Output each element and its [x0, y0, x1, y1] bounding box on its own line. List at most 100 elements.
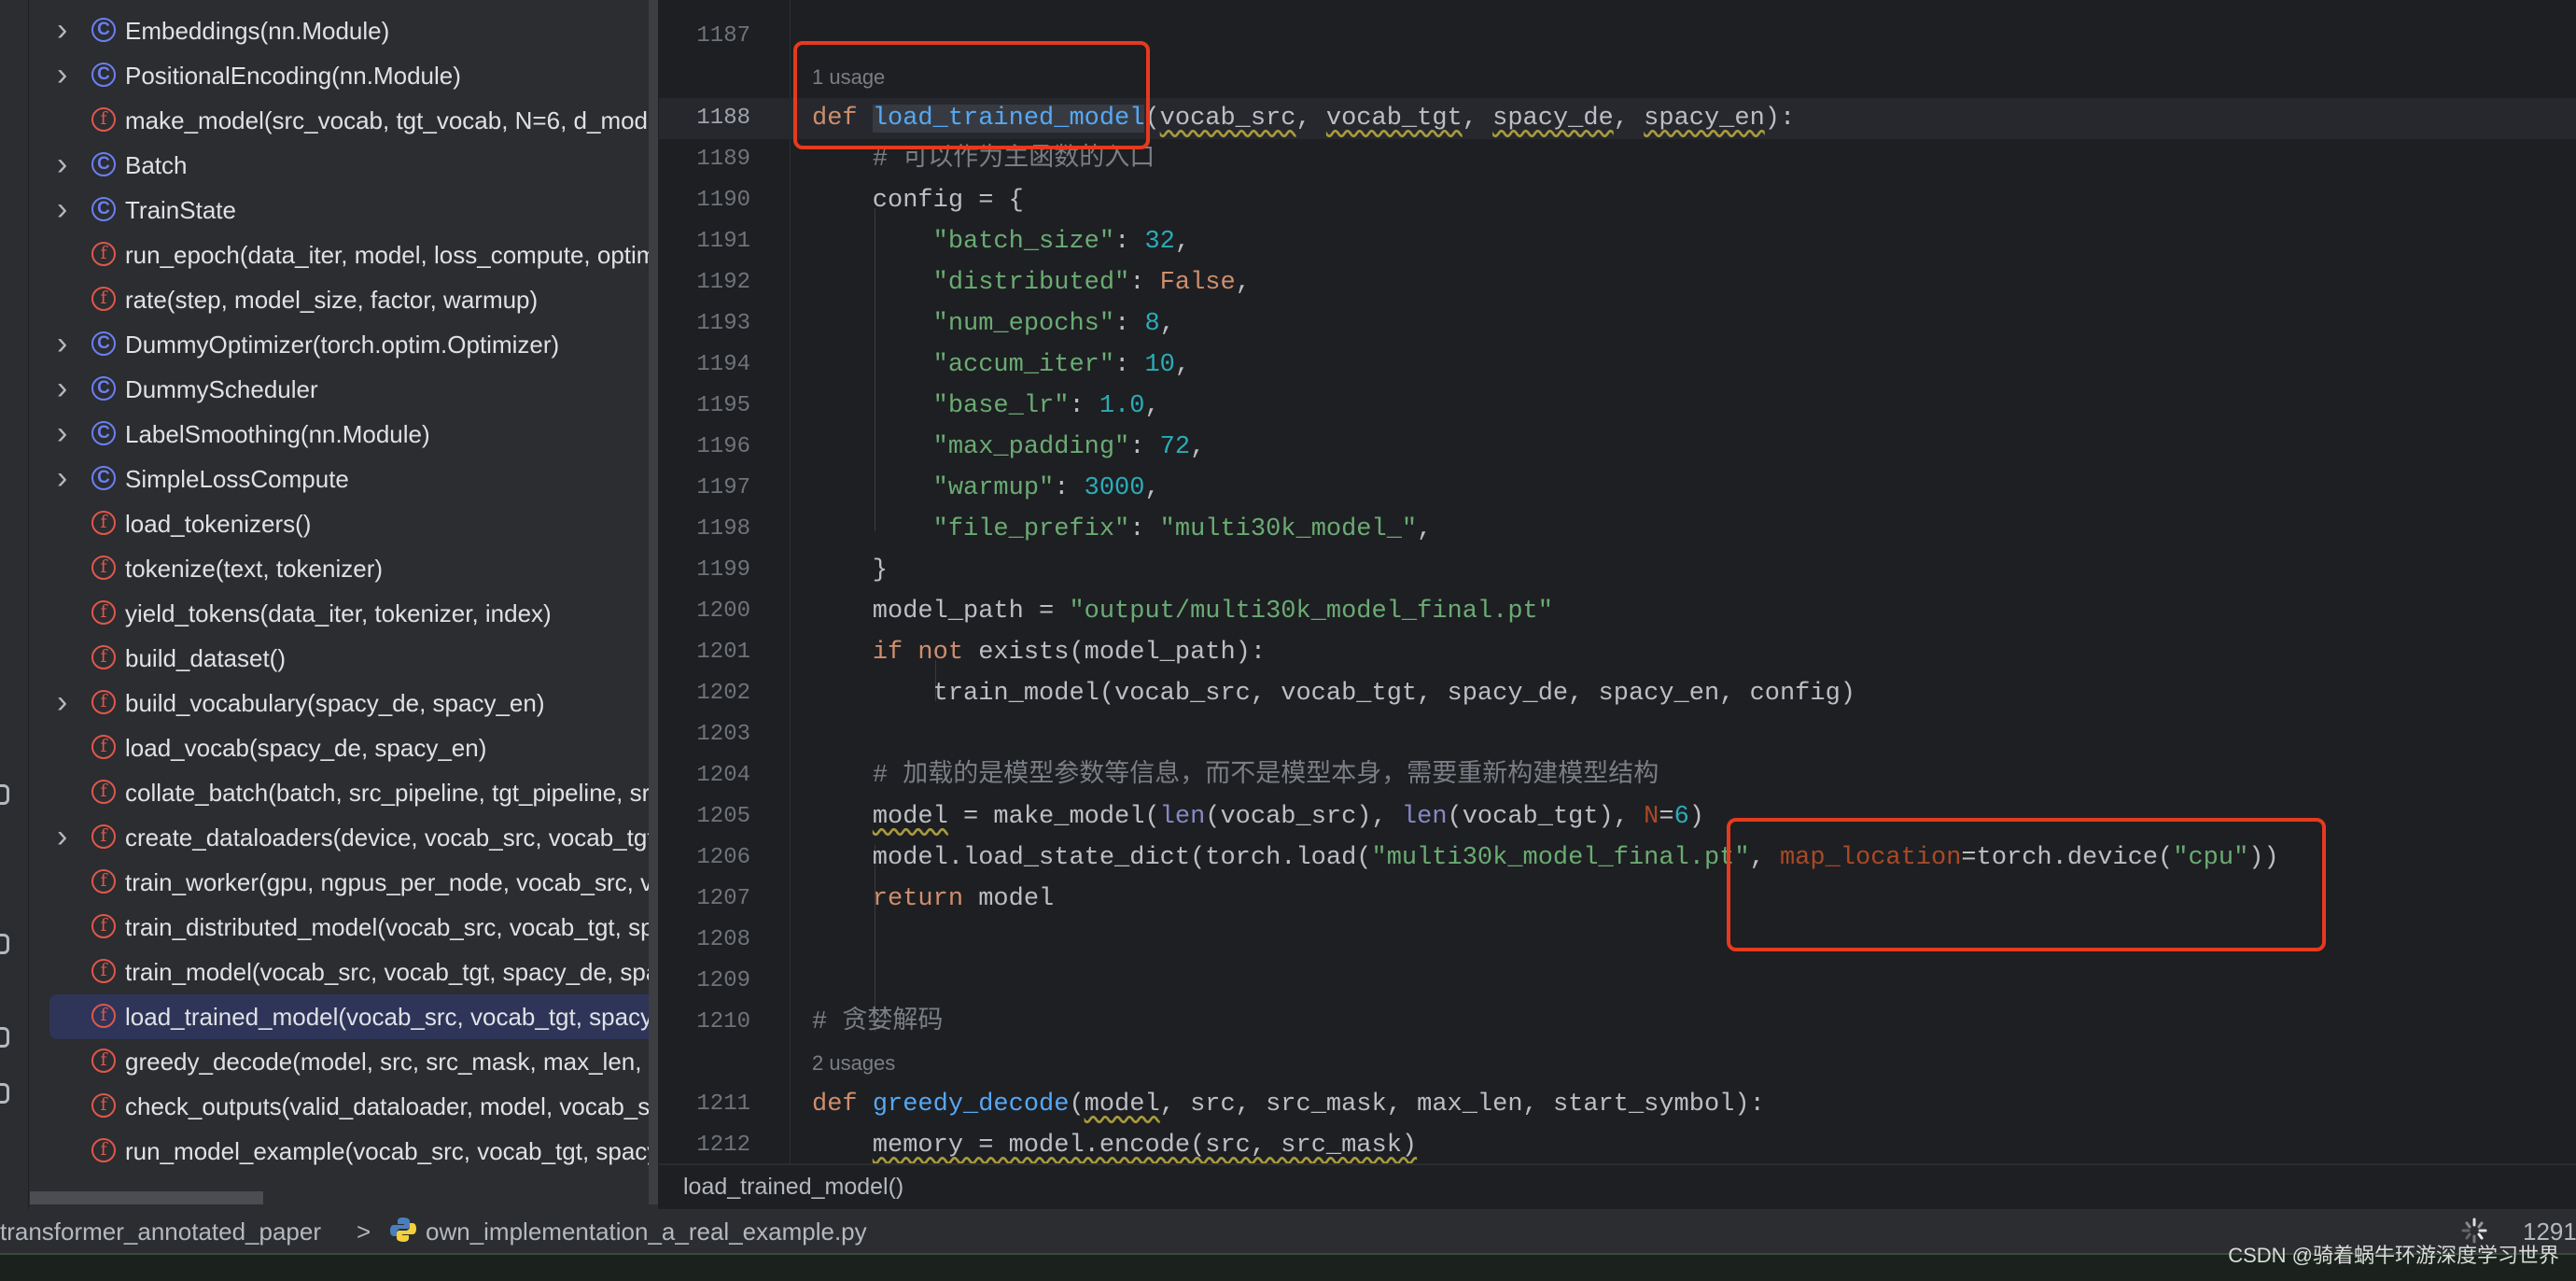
- tool-icon[interactable]: [0, 934, 9, 954]
- code-text[interactable]: model_path = "output/multi30k_model_fina…: [812, 591, 1553, 632]
- structure-item[interactable]: f tokenize(text, tokenizer): [29, 546, 658, 591]
- structure-item[interactable]: › C SimpleLossCompute: [29, 457, 658, 501]
- line-number: 1188: [696, 106, 750, 131]
- code-text[interactable]: train_model(vocab_src, vocab_tgt, spacy_…: [812, 673, 1855, 714]
- breadcrumb-function[interactable]: load_trained_model(): [683, 1174, 903, 1201]
- structure-item-label: collate_batch(batch, src_pipeline, tgt_p…: [125, 779, 658, 807]
- structure-item[interactable]: f greedy_decode(model, src, src_mask, max…: [29, 1039, 658, 1084]
- code-token: ,: [1159, 310, 1175, 338]
- code-token: :: [1114, 310, 1145, 338]
- tool-icon[interactable]: [0, 784, 9, 805]
- structure-item[interactable]: › C TrainState: [29, 188, 658, 232]
- chevron-right-icon[interactable]: ›: [57, 14, 67, 46]
- structure-item[interactable]: › C PositionalEncoding(nn.Module): [29, 53, 658, 98]
- code-line: 1195 "base_lr": 1.0,: [659, 386, 2576, 427]
- code-text[interactable]: "num_epochs": 8,: [812, 303, 1175, 345]
- code-text[interactable]: "max_padding": 72,: [812, 427, 1206, 468]
- structure-item[interactable]: › C LabelSmoothing(nn.Module): [29, 412, 658, 457]
- code-text[interactable]: "batch_size": 32,: [812, 221, 1190, 262]
- breadcrumb-file[interactable]: own_implementation_a_real_example.py: [426, 1218, 867, 1246]
- structure-item[interactable]: › C DummyOptimizer(torch.optim.Optimizer): [29, 322, 658, 367]
- code-token: 32: [1144, 228, 1175, 256]
- chevron-right-icon[interactable]: ›: [57, 821, 67, 852]
- function-icon: f: [91, 1093, 116, 1118]
- structure-item[interactable]: f load_vocab(spacy_de, spacy_en): [29, 725, 658, 770]
- usage-hint-row: 2 usages: [659, 1043, 2576, 1084]
- line-number: 1207: [696, 886, 750, 911]
- usages-link[interactable]: 2 usages: [812, 1043, 895, 1084]
- structure-item[interactable]: f train_distributed_model(vocab_src, voca…: [29, 905, 658, 950]
- chevron-right-icon[interactable]: ›: [57, 417, 67, 449]
- code-text[interactable]: memory = model.encode(src, src_mask): [812, 1125, 1417, 1163]
- code-text[interactable]: def greedy_decode(model, src, src_mask, …: [812, 1084, 1765, 1125]
- code-text[interactable]: if not exists(model_path):: [812, 632, 1266, 673]
- code-text[interactable]: config = {: [812, 180, 1024, 221]
- line-number: 1204: [696, 763, 750, 788]
- line-number: 1208: [696, 927, 750, 952]
- chevron-right-icon[interactable]: ›: [57, 373, 67, 404]
- code-line: 1191 "batch_size": 32,: [659, 221, 2576, 262]
- tool-icon[interactable]: [0, 1027, 9, 1048]
- class-icon: C: [91, 197, 116, 221]
- code-text[interactable]: "distributed": False,: [812, 262, 1251, 303]
- chevron-right-icon[interactable]: ›: [57, 148, 67, 180]
- code-text[interactable]: "file_prefix": "multi30k_model_",: [812, 509, 1433, 550]
- chevron-right-icon[interactable]: ›: [57, 328, 67, 359]
- tool-icon[interactable]: [0, 1083, 9, 1104]
- code-text[interactable]: "accum_iter": 10,: [812, 345, 1190, 386]
- code-token: config = {: [812, 187, 1024, 215]
- code-text[interactable]: model = make_model(len(vocab_src), len(v…: [812, 796, 1704, 838]
- code-token: :: [1114, 351, 1145, 379]
- function-icon: f: [91, 1004, 116, 1028]
- code-text[interactable]: "warmup": 3000,: [812, 468, 1160, 509]
- structure-item-label: DummyOptimizer(torch.optim.Optimizer): [125, 331, 560, 359]
- code-text[interactable]: }: [812, 550, 888, 591]
- structure-item[interactable]: f collate_batch(batch, src_pipeline, tgt_…: [29, 770, 658, 815]
- structure-item[interactable]: f build_dataset(): [29, 636, 658, 681]
- chevron-right-icon[interactable]: ›: [57, 59, 67, 91]
- structure-item[interactable]: › f create_dataloaders(device, vocab_src, …: [29, 815, 658, 860]
- annotation-box-function-name: [793, 41, 1150, 149]
- chevron-right-icon[interactable]: ›: [57, 193, 67, 225]
- chevron-right-icon[interactable]: ›: [57, 686, 67, 718]
- structure-item[interactable]: f train_worker(gpu, ngpus_per_node, vocab…: [29, 860, 658, 905]
- code-token: ,: [1462, 105, 1493, 133]
- code-text[interactable]: # 贪婪解码: [812, 1002, 943, 1043]
- code-token: N: [1644, 803, 1659, 831]
- code-text[interactable]: return model: [812, 879, 1054, 920]
- vertical-scrollbar[interactable]: [649, 0, 658, 1204]
- code-text[interactable]: "base_lr": 1.0,: [812, 386, 1160, 427]
- structure-item[interactable]: f train_model(vocab_src, vocab_tgt, spacy…: [29, 950, 658, 994]
- structure-item[interactable]: f rate(step, model_size, factor, warmup): [29, 277, 658, 322]
- horizontal-scrollbar[interactable]: [30, 1191, 263, 1204]
- chevron-right-icon[interactable]: ›: [57, 462, 67, 494]
- structure-item[interactable]: › f build_vocabulary(spacy_de, spacy_en): [29, 681, 658, 725]
- editor-breadcrumb[interactable]: load_trained_model(): [659, 1163, 2576, 1211]
- class-icon: C: [91, 331, 116, 356]
- structure-item[interactable]: f make_model(src_vocab, tgt_vocab, N=6, d…: [29, 98, 658, 143]
- line-number: 1187: [696, 23, 750, 49]
- code-token: =: [1659, 803, 1674, 831]
- structure-item[interactable]: f check_outputs(valid_dataloader, model, …: [29, 1084, 658, 1129]
- structure-item-label: build_dataset(): [125, 644, 286, 672]
- structure-item[interactable]: f load_trained_model(vocab_src, vocab_tgt…: [49, 994, 658, 1039]
- structure-item[interactable]: f run_model_example(vocab_src, vocab_tgt,…: [29, 1129, 658, 1174]
- structure-item[interactable]: › C Batch: [29, 143, 658, 188]
- structure-item[interactable]: f load_tokenizers(): [29, 501, 658, 546]
- function-icon: f: [91, 1138, 116, 1162]
- breadcrumb-project[interactable]: transformer_annotated_paper: [0, 1218, 321, 1246]
- taskbar-strip: [0, 1253, 2576, 1281]
- structure-item[interactable]: f yield_tokens(data_iter, tokenizer, inde…: [29, 591, 658, 636]
- line-number: 1200: [696, 598, 750, 624]
- structure-item-label: create_dataloaders(device, vocab_src, vo…: [125, 824, 658, 852]
- code-token: (vocab_tgt),: [1447, 803, 1645, 831]
- code-token: def: [812, 1091, 858, 1119]
- structure-item-label: Batch: [125, 151, 188, 179]
- code-editor[interactable]: 118611871 usage1188def load_trained_mode…: [659, 0, 2576, 1163]
- structure-item[interactable]: f run_epoch(data_iter, model, loss_comput…: [29, 232, 658, 277]
- structure-item[interactable]: › C DummyScheduler: [29, 367, 658, 412]
- structure-item[interactable]: › C Embeddings(nn.Module): [29, 8, 658, 53]
- code-text[interactable]: # 加载的是模型参数等信息，而不是模型本身，需要重新构建模型结构: [812, 755, 1659, 796]
